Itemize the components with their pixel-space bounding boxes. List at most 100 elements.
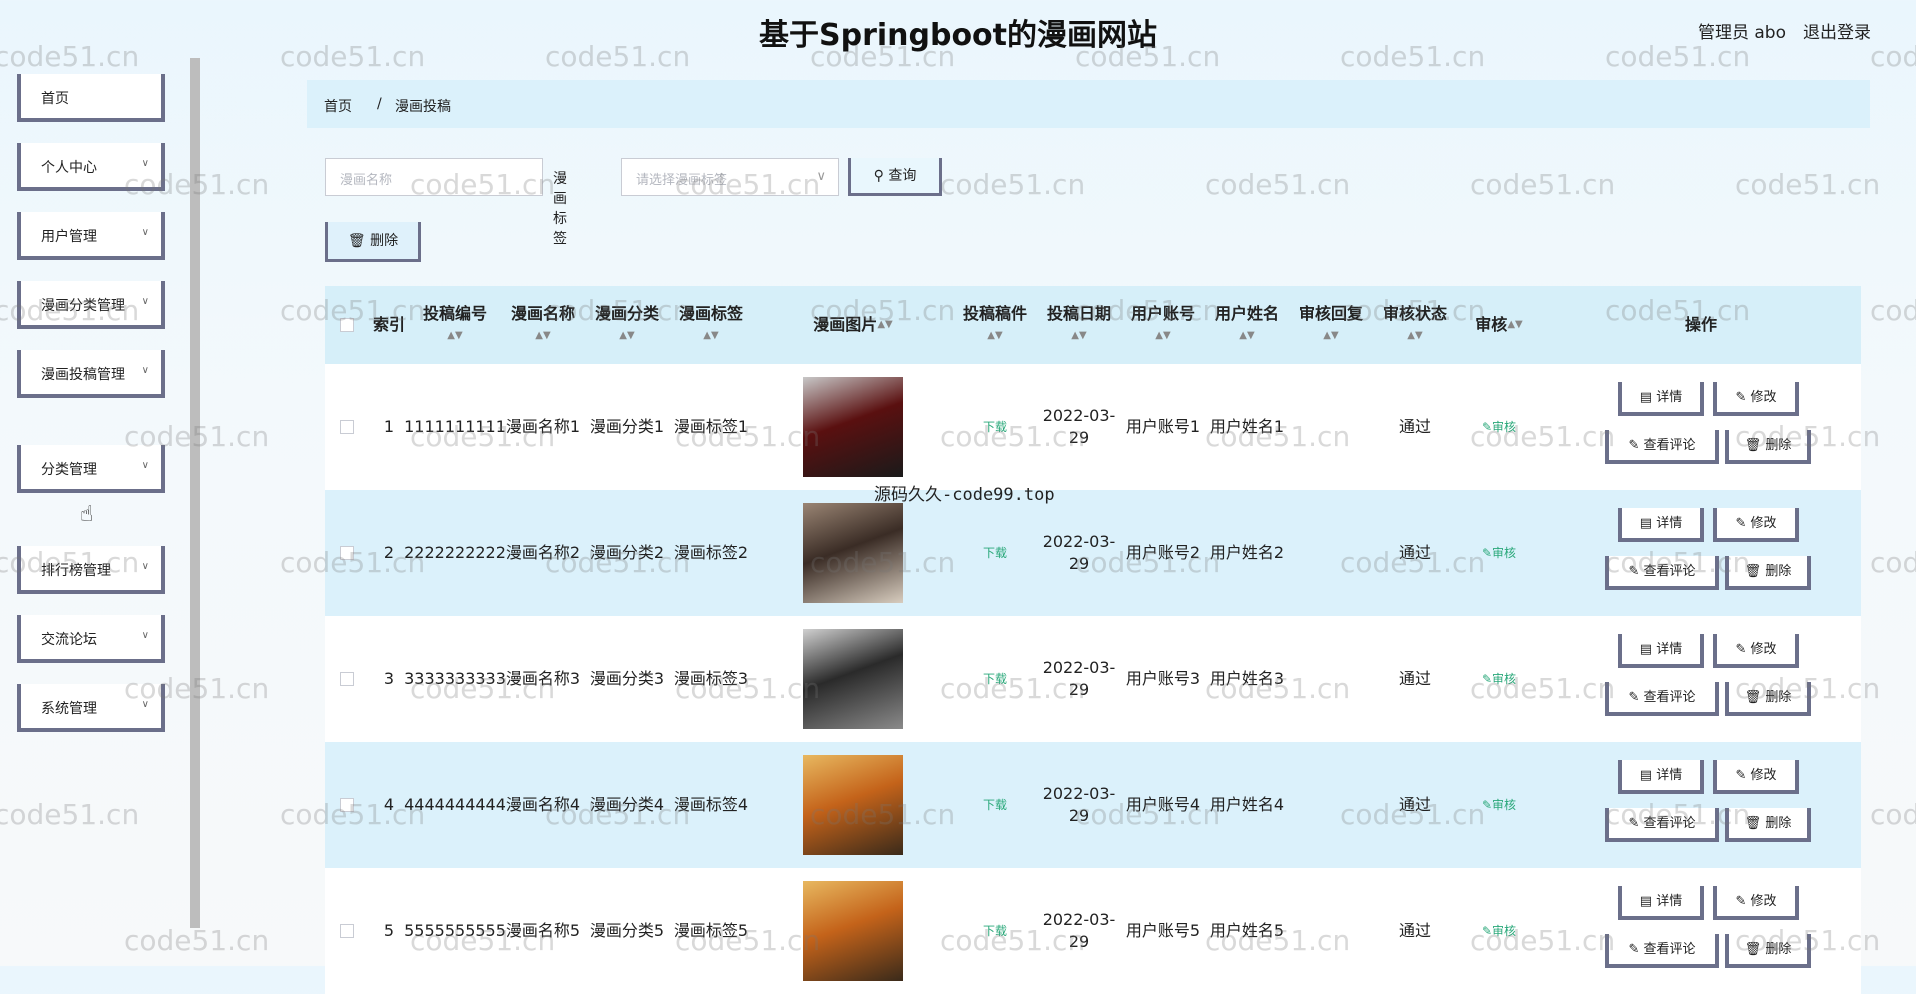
download-link[interactable]: 下载	[983, 668, 1007, 690]
col-username[interactable]: 用户姓名 ▲▼	[1205, 286, 1289, 364]
cell-category: 漫画分类4	[585, 742, 669, 868]
delete-button[interactable]: 🗑 删除	[1725, 808, 1811, 842]
cell-file[interactable]: 下载	[953, 490, 1037, 616]
cell-audit[interactable]: ✎ 审核	[1457, 616, 1541, 742]
edit-button[interactable]: ✎ 修改	[1713, 634, 1799, 668]
logout-link[interactable]: 退出登录	[1803, 18, 1871, 43]
comment-icon: ✎	[1628, 564, 1644, 579]
select-all-checkbox[interactable]	[340, 318, 354, 332]
sidebar-item-users[interactable]: 用户管理 ∨	[17, 212, 165, 260]
tag-select[interactable]: 请选择漫画标签 ∨	[621, 158, 839, 196]
row-select-cell	[325, 742, 369, 868]
row-checkbox[interactable]	[340, 672, 354, 686]
cell-audit[interactable]: ✎ 审核	[1457, 868, 1541, 994]
select-all-header	[325, 286, 369, 364]
sidebar-item-forum[interactable]: 交流论坛 ∨	[17, 615, 165, 663]
col-file[interactable]: 投稿稿件 ▲▼	[953, 286, 1037, 364]
cell-audit[interactable]: ✎ 审核	[1457, 364, 1541, 490]
view-comments-button-label: 查看评论	[1643, 690, 1696, 705]
comic-thumbnail[interactable]	[803, 629, 903, 729]
col-audit[interactable]: 审核 ▲▼	[1457, 286, 1541, 364]
audit-link[interactable]: 审核	[1492, 920, 1516, 942]
sidebar-item-system[interactable]: 系统管理 ∨	[17, 684, 165, 732]
comic-name-input[interactable]: 漫画名称	[325, 158, 543, 196]
delete-button[interactable]: 🗑 删除	[1725, 934, 1811, 968]
document-icon: ▤	[1639, 768, 1657, 783]
cell-audit[interactable]: ✎ 审核	[1457, 490, 1541, 616]
query-label: 查询	[888, 168, 917, 184]
edit-icon: ✎	[1735, 642, 1751, 657]
detail-button[interactable]: ▤ 详情	[1618, 508, 1704, 542]
audit-link[interactable]: 审核	[1492, 416, 1516, 438]
audit-link[interactable]: 审核	[1492, 542, 1516, 564]
detail-button[interactable]: ▤ 详情	[1618, 382, 1704, 416]
delete-button[interactable]: 🗑 删除	[1725, 556, 1811, 590]
col-account[interactable]: 用户账号 ▲▼	[1121, 286, 1205, 364]
cell-text: 3	[383, 669, 395, 688]
audit-link[interactable]: 审核	[1492, 668, 1516, 690]
col-category[interactable]: 漫画分类 ▲▼	[585, 286, 669, 364]
col-reply[interactable]: 审核回复 ▲▼	[1289, 286, 1373, 364]
comic-thumbnail[interactable]	[803, 377, 903, 477]
cell-account: 用户账号3	[1121, 616, 1205, 742]
view-comments-button[interactable]: ✎ 查看评论	[1605, 556, 1719, 590]
sidebar-item-comic-category[interactable]: 漫画分类管理 ∨	[17, 281, 165, 329]
row-checkbox[interactable]	[340, 420, 354, 434]
comic-thumbnail[interactable]	[803, 503, 903, 603]
sidebar-scrollbar[interactable]	[190, 58, 200, 928]
row-checkbox[interactable]	[340, 798, 354, 812]
cell-text: 漫画名称1	[505, 417, 581, 436]
edit-button-label: 修改	[1750, 390, 1777, 405]
cell-text: 用户姓名5	[1209, 921, 1285, 940]
col-name[interactable]: 漫画名称 ▲▼	[501, 286, 585, 364]
view-comments-button[interactable]: ✎ 查看评论	[1605, 682, 1719, 716]
edit-button[interactable]: ✎ 修改	[1713, 382, 1799, 416]
download-link[interactable]: 下载	[983, 920, 1007, 942]
row-checkbox[interactable]	[340, 546, 354, 560]
download-link[interactable]: 下载	[983, 794, 1007, 816]
sidebar-item-profile[interactable]: 个人中心 ∨	[17, 143, 165, 191]
view-comments-button[interactable]: ✎ 查看评论	[1605, 430, 1719, 464]
delete-button[interactable]: 🗑 删除	[1725, 682, 1811, 716]
cell-file[interactable]: 下载	[953, 742, 1037, 868]
sidebar-item-ranking[interactable]: 排行榜管理 ∨	[17, 546, 165, 594]
cell-file[interactable]: 下载	[953, 616, 1037, 742]
view-comments-button[interactable]: ✎ 查看评论	[1605, 808, 1719, 842]
col-code[interactable]: 投稿编号 ▲▼	[409, 286, 501, 364]
cell-file[interactable]: 下载	[953, 868, 1037, 994]
edit-button[interactable]: ✎ 修改	[1713, 886, 1799, 920]
row-checkbox[interactable]	[340, 924, 354, 938]
cell-name: 漫画名称1	[501, 364, 585, 490]
comic-thumbnail[interactable]	[803, 755, 903, 855]
sidebar-item-home[interactable]: 首页	[17, 74, 165, 122]
cell-status: 通过	[1373, 742, 1457, 868]
edit-button[interactable]: ✎ 修改	[1713, 760, 1799, 794]
view-comments-button[interactable]: ✎ 查看评论	[1605, 934, 1719, 968]
edit-button[interactable]: ✎ 修改	[1713, 508, 1799, 542]
sidebar-item-comic-submission[interactable]: 漫画投稿管理 ∨	[17, 350, 165, 398]
audit-link[interactable]: 审核	[1492, 794, 1516, 816]
query-button[interactable]: ⚲ 查询	[848, 158, 942, 196]
download-link[interactable]: 下载	[983, 542, 1007, 564]
sidebar-item-category[interactable]: 分类管理 ∨	[17, 445, 165, 493]
col-index[interactable]: 索引	[369, 286, 409, 364]
col-image[interactable]: 漫画图片 ▲▼	[753, 286, 953, 364]
detail-button[interactable]: ▤ 详情	[1618, 886, 1704, 920]
batch-delete-button[interactable]: 🗑 删除	[325, 222, 421, 262]
cell-text: 漫画分类1	[589, 417, 665, 436]
col-status[interactable]: 审核状态 ▲▼	[1373, 286, 1457, 364]
cell-username: 用户姓名5	[1205, 868, 1289, 994]
delete-button[interactable]: 🗑 删除	[1725, 430, 1811, 464]
col-tag[interactable]: 漫画标签 ▲▼	[669, 286, 753, 364]
cell-tag: 漫画标签3	[669, 616, 753, 742]
breadcrumb-home[interactable]: 首页	[324, 96, 352, 116]
download-link[interactable]: 下载	[983, 416, 1007, 438]
cell-file[interactable]: 下载	[953, 364, 1037, 490]
edit-icon: ✎	[1735, 390, 1751, 405]
cell-audit[interactable]: ✎ 审核	[1457, 742, 1541, 868]
comic-thumbnail[interactable]	[803, 881, 903, 981]
col-date[interactable]: 投稿日期 ▲▼	[1037, 286, 1121, 364]
detail-button[interactable]: ▤ 详情	[1618, 760, 1704, 794]
view-comments-button-label: 查看评论	[1643, 816, 1696, 831]
detail-button[interactable]: ▤ 详情	[1618, 634, 1704, 668]
